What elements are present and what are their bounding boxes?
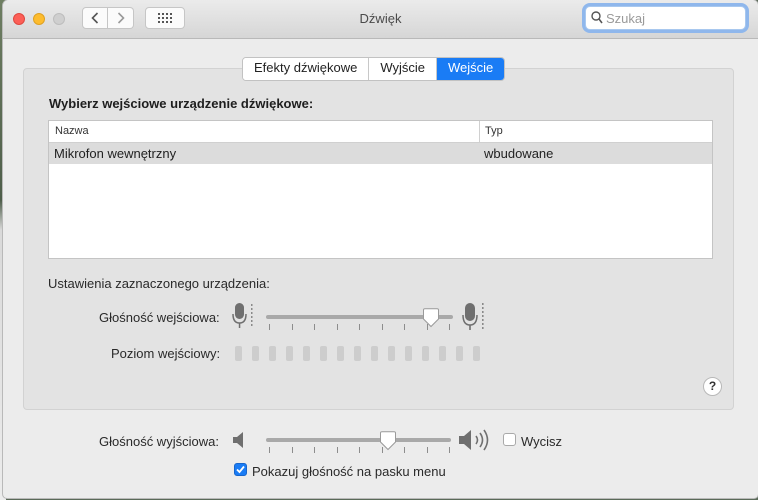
input-volume-thumb[interactable] <box>422 308 440 328</box>
tab-input[interactable]: Wejście <box>437 58 505 80</box>
slider-tick <box>449 324 450 330</box>
output-volume-label: Głośność wyjściowa: <box>99 434 219 449</box>
input-device-table[interactable]: Nazwa Typ Mikrofon wewnętrzny wbudowane <box>48 120 713 259</box>
output-volume-track <box>266 438 451 442</box>
level-segment <box>337 346 344 361</box>
device-settings-heading: Ustawienia zaznaczonego urządzenia: <box>48 276 270 291</box>
device-type: wbudowane <box>484 146 554 161</box>
help-button[interactable]: ? <box>703 377 722 396</box>
speaker-high-icon <box>459 429 489 451</box>
speaker-low-icon <box>233 432 243 448</box>
slider-tick <box>359 324 360 330</box>
level-segment <box>439 346 446 361</box>
search-field[interactable] <box>585 6 746 30</box>
mute-label: Wycisz <box>521 434 563 449</box>
input-level-label: Poziom wejściowy: <box>111 346 221 361</box>
level-segment <box>286 346 293 361</box>
output-volume-thumb[interactable] <box>379 431 397 451</box>
sound-preferences-window: Dźwięk Efekty dźwiękowe Wyjście Wejście … <box>3 0 758 498</box>
column-header-type[interactable]: Typ <box>485 125 503 137</box>
level-segment <box>422 346 429 361</box>
slider-tick <box>404 324 405 330</box>
level-segment <box>456 346 463 361</box>
device-list-heading: Wybierz wejściowe urządzenie dźwiękowe: <box>49 96 314 111</box>
slider-tick <box>269 447 270 453</box>
slider-tick <box>337 324 338 330</box>
microphone-high-icon <box>462 303 484 330</box>
column-header-name[interactable]: Nazwa <box>55 125 89 137</box>
search-input[interactable] <box>606 9 740 27</box>
slider-tick <box>404 447 405 453</box>
checkmark-icon <box>236 465 245 474</box>
slider-tick <box>314 447 315 453</box>
level-segment <box>303 346 310 361</box>
level-segment <box>371 346 378 361</box>
level-segment <box>269 346 276 361</box>
table-row[interactable]: Mikrofon wewnętrzny wbudowane <box>49 143 712 164</box>
show-volume-in-menu-bar-label: Pokazuj głośność na pasku menu <box>252 464 446 479</box>
level-segment <box>235 346 242 361</box>
column-divider <box>479 121 480 142</box>
level-segment <box>354 346 361 361</box>
input-volume-label: Głośność wejściowa: <box>99 310 220 325</box>
slider-tick <box>292 447 293 453</box>
level-segment <box>388 346 395 361</box>
show-volume-in-menu-bar-checkbox[interactable] <box>234 463 247 476</box>
slider-tick <box>314 324 315 330</box>
slider-tick <box>382 324 383 330</box>
slider-tick <box>337 447 338 453</box>
tab-bar: Efekty dźwiękowe Wyjście Wejście <box>242 57 506 81</box>
tab-sound-effects[interactable]: Efekty dźwiękowe <box>243 58 370 80</box>
microphone-low-icon <box>232 303 253 328</box>
slider-tick <box>292 324 293 330</box>
level-segment <box>473 346 480 361</box>
slider-tick <box>359 447 360 453</box>
slider-tick <box>449 447 450 453</box>
level-segment <box>252 346 259 361</box>
table-header: Nazwa Typ <box>49 121 712 143</box>
search-icon <box>591 11 603 24</box>
level-segment <box>320 346 327 361</box>
slider-tick <box>427 447 428 453</box>
device-name: Mikrofon wewnętrzny <box>54 146 177 161</box>
tab-output[interactable]: Wyjście <box>369 58 437 80</box>
mute-checkbox[interactable] <box>503 433 516 446</box>
level-segment <box>405 346 412 361</box>
titlebar: Dźwięk <box>3 0 758 39</box>
slider-tick <box>269 324 270 330</box>
